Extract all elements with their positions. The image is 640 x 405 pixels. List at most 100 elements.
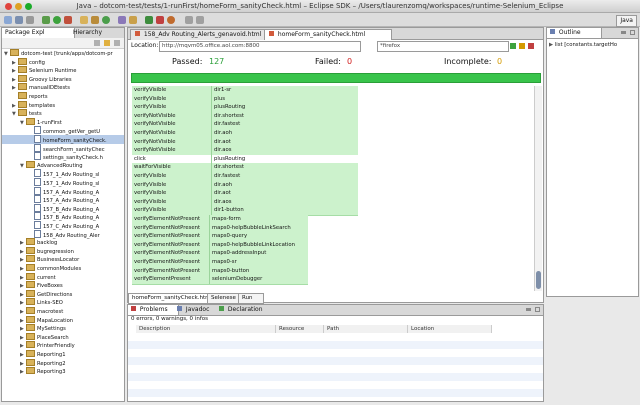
debug-icon[interactable]	[42, 16, 50, 24]
save-icon[interactable]	[15, 16, 23, 24]
tree-item[interactable]: ▶ PlaceSearch	[2, 332, 124, 342]
editor-tab-homeform-sanitycheck[interactable]: homeForm_sanityCheck.html	[264, 29, 392, 40]
tree-item[interactable]: ▶ BusinessLocator	[2, 255, 124, 264]
tree-item[interactable]: ▶ FiveBoxes	[2, 281, 124, 290]
location-field[interactable]: http://mqvm05.office.aol.com:8800	[159, 41, 361, 52]
tree-item[interactable]: ▶ MySettings	[2, 324, 124, 333]
new-java-project-icon[interactable]	[80, 16, 88, 24]
tree-item[interactable]: ▶ Reporting1	[2, 350, 124, 359]
tree-item[interactable]: 157_A_Adv Routing_A	[2, 195, 124, 204]
window-title: Java – dotcom-test/tests/1-runFirst/home…	[76, 2, 564, 10]
tree-item[interactable]: ▶ PrinterFriendly	[2, 341, 124, 350]
selenium-stop-icon[interactable]	[528, 43, 534, 49]
tree-item[interactable]: ▼ tests	[2, 109, 124, 118]
new-class-icon[interactable]	[102, 16, 110, 24]
zoom-window-icon[interactable]	[25, 3, 32, 10]
selenium-record-icon[interactable]	[167, 16, 175, 24]
tree-item[interactable]: ▶ macrotest	[2, 307, 124, 316]
scrollbar-thumb[interactable]	[536, 271, 541, 289]
tree-item[interactable]: ▶ Reporting3	[2, 367, 124, 376]
tab-hierarchy[interactable]: Hierarchy	[70, 28, 126, 38]
tree-item[interactable]: 157_A_Adv Routing_A	[2, 186, 124, 196]
tree-item[interactable]: 157_1_Adv Routing_sl	[2, 178, 124, 187]
tab-declaration[interactable]: Declaration	[216, 305, 268, 315]
minimize-window-icon[interactable]	[15, 3, 22, 10]
external-tools-icon[interactable]	[64, 16, 72, 24]
tree-item[interactable]: ▶ bugregression	[2, 246, 124, 256]
tree-item[interactable]: ▶ Groovy Libraries	[2, 74, 124, 84]
tab-run[interactable]: Run	[238, 293, 264, 304]
tree-item[interactable]: ▶ commonModules	[2, 264, 124, 273]
new-package-icon[interactable]	[91, 16, 99, 24]
tree-item[interactable]: 157_1_Adv Routing_sl	[2, 169, 124, 178]
perspective-java-button[interactable]: Java	[616, 15, 637, 27]
column-description[interactable]: Description	[136, 325, 276, 333]
tree-item-label: MySettings	[37, 326, 66, 333]
target-cell: dir.aos	[214, 198, 232, 205]
back-icon[interactable]	[185, 16, 193, 24]
tree-item[interactable]: searchForm_sanityChec	[2, 143, 124, 153]
minimize-view-icon[interactable]	[526, 308, 531, 311]
print-icon[interactable]	[26, 16, 34, 24]
column-path[interactable]: Path	[324, 325, 408, 333]
tab-source-html[interactable]: homeForm_sanityCheck.html	[128, 293, 214, 304]
tree-item[interactable]: 157_C_Adv Routing_A	[2, 221, 124, 230]
maximize-view-icon[interactable]	[535, 307, 540, 312]
tree-item[interactable]: ▼ AdvancedRouting	[2, 160, 124, 170]
tree-item[interactable]: ▶ Selenium Runtime	[2, 66, 124, 75]
tree-item[interactable]: 158_Adv Routing_Aler	[2, 229, 124, 239]
location-label: Location:	[131, 42, 159, 49]
collapse-all-icon[interactable]	[94, 40, 100, 46]
expand-icon[interactable]: ▶	[549, 42, 553, 48]
tree-item[interactable]: ▼ 1-runFirst	[2, 117, 124, 127]
tree-item[interactable]: ▶ MapaLocation	[2, 315, 124, 325]
tree-item[interactable]: ▶ manualIDEtests	[2, 83, 124, 92]
tab-javadoc[interactable]: Javadoc	[174, 305, 220, 315]
maximize-view-icon[interactable]	[630, 30, 635, 35]
minimize-view-icon[interactable]	[621, 31, 626, 34]
forward-icon[interactable]	[196, 16, 204, 24]
tree-item[interactable]: reports	[2, 92, 124, 101]
tab-outline[interactable]: Outline	[547, 28, 602, 38]
tree-item[interactable]: ▶ templates	[2, 100, 124, 110]
editor-vertical-scrollbar[interactable]	[534, 86, 542, 291]
tree-item[interactable]: ▶ config	[2, 57, 124, 67]
tree-item-label: current	[37, 274, 56, 281]
run-icon[interactable]	[53, 16, 61, 24]
column-resource[interactable]: Resource	[276, 325, 324, 333]
table-row[interactable]: verifyElementPresent seleniumDebugger	[132, 275, 308, 285]
tree-item[interactable]: settings_sanityCheck.h	[2, 152, 124, 161]
view-menu-icon[interactable]	[114, 40, 120, 46]
folder-icon	[26, 307, 35, 314]
tree-item[interactable]: homeForm_sanityCheck.	[2, 135, 124, 144]
column-location[interactable]: Location	[408, 325, 492, 333]
tree-item[interactable]: ▶ GetDirections	[2, 289, 124, 299]
outline-item[interactable]: ▶ list [constants.targetHo	[549, 42, 617, 48]
tree-item[interactable]: ▶ Reporting2	[2, 358, 124, 368]
selenium-pause-icon[interactable]	[519, 43, 525, 49]
target-cell: maps0-query	[212, 233, 248, 240]
open-type-icon[interactable]	[118, 16, 126, 24]
location-row: Location: http://mqvm05.office.aol.com:8…	[130, 41, 543, 52]
close-window-icon[interactable]	[5, 3, 12, 10]
tab-package-explorer[interactable]: Package Expl	[2, 28, 75, 38]
tab-problems[interactable]: Problems	[128, 305, 179, 315]
tree-item[interactable]: ▼ dotcom-test [trunk/apps/dotcom-pr	[2, 49, 124, 58]
selenium-stop-icon[interactable]	[156, 16, 164, 24]
html-file-icon	[34, 212, 41, 221]
selenium-run-icon[interactable]	[145, 16, 153, 24]
editor-tab-158-adv-routing[interactable]: 158_Adv Routing_Alerts_genavoid.html	[130, 29, 272, 40]
search-icon[interactable]	[129, 16, 137, 24]
target-cell: dir.shortest	[214, 112, 244, 119]
link-editor-icon[interactable]	[104, 40, 110, 46]
tree-item[interactable]: 157_B_Adv Routing_A	[2, 212, 124, 221]
tree-item[interactable]: ▶ Links-SEO	[2, 298, 124, 307]
browser-field[interactable]: *firefox	[377, 41, 509, 52]
tree-item[interactable]: 157_B_Adv Routing_A	[2, 203, 124, 213]
selenium-play-icon[interactable]	[510, 43, 516, 49]
tree-item[interactable]: ▶ current	[2, 272, 124, 282]
tree-item[interactable]: ▶ backlog	[2, 238, 124, 247]
tree-item[interactable]: common_getVer_getU	[2, 126, 124, 135]
new-icon[interactable]	[4, 16, 12, 24]
problems-table: Description Resource Path Location	[128, 325, 543, 401]
